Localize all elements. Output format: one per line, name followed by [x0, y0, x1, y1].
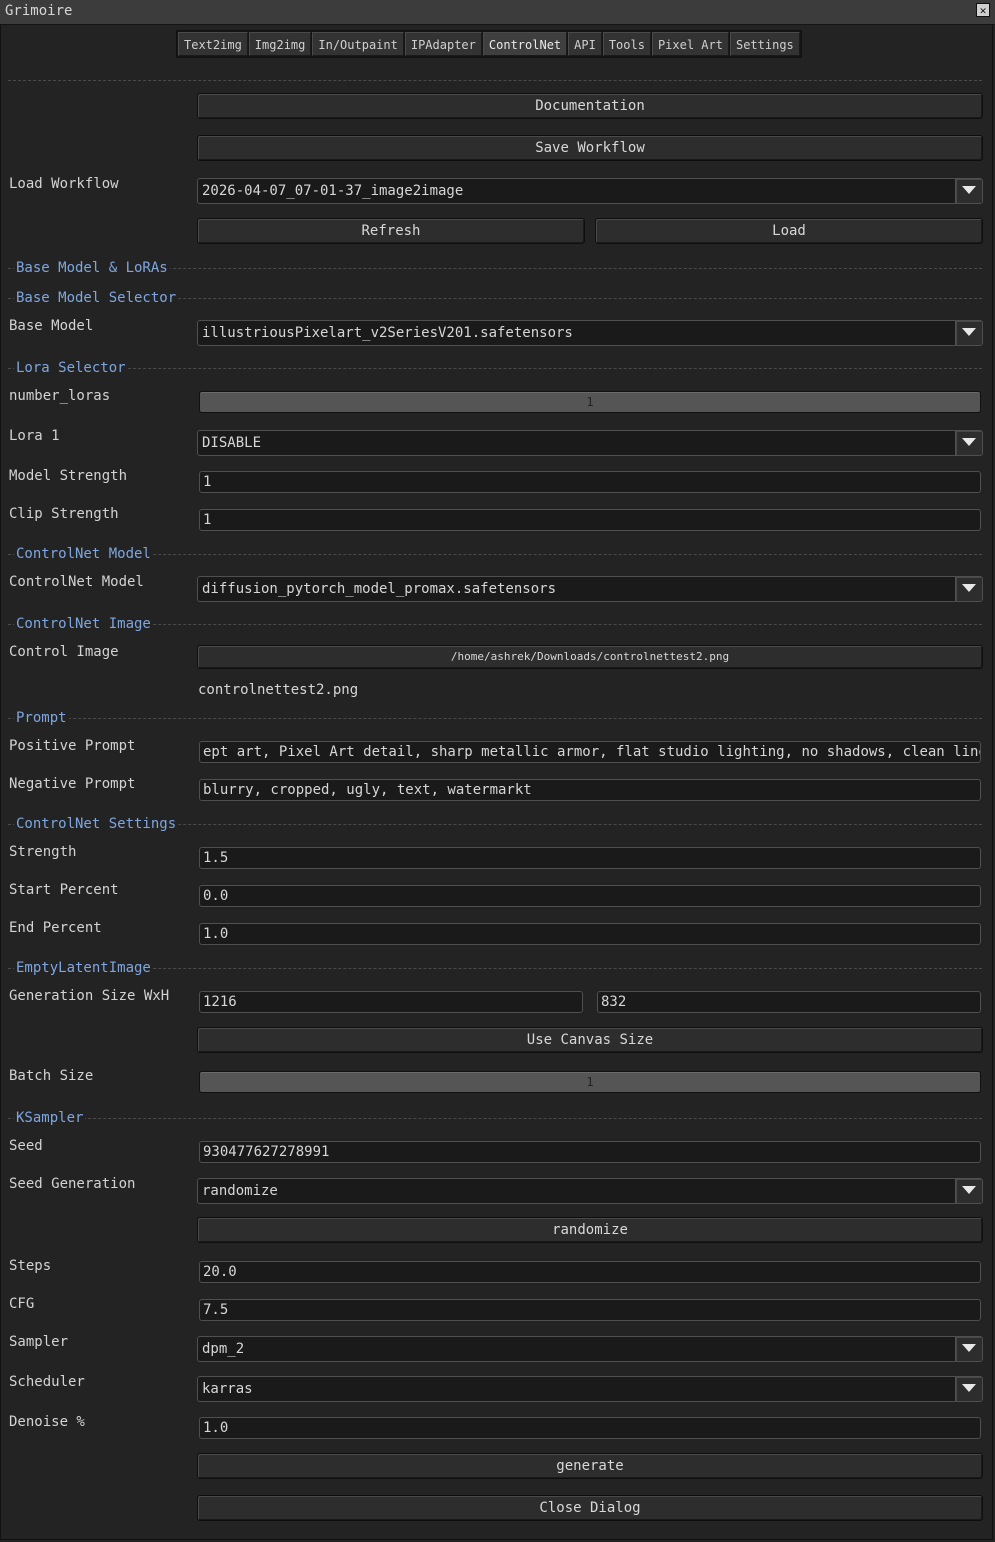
load-workflow-select[interactable]: 2026-04-07_07-01-37_image2image [197, 178, 983, 204]
section-controlnet-image: ControlNet Image [8, 615, 982, 633]
base-model-select[interactable]: illustriousPixelart_v2SeriesV201.safeten… [197, 320, 983, 346]
positive-prompt-input[interactable]: ept art, Pixel Art detail, sharp metalli… [199, 741, 981, 763]
controlnet-model-value: diffusion_pytorch_model_promax.safetenso… [202, 581, 557, 597]
tab-text2img[interactable]: Text2img [178, 32, 248, 56]
chevron-down-icon[interactable] [955, 1337, 982, 1361]
control-image-filename: controlnettest2.png [198, 682, 359, 698]
close-icon[interactable]: ✕ [976, 3, 990, 17]
section-base-model-loras: Base Model & LoRAs [8, 259, 982, 277]
load-workflow-value: 2026-04-07_07-01-37_image2image [202, 183, 464, 199]
seed-generation-select[interactable]: randomize [197, 1178, 983, 1204]
controlnet-model-select[interactable]: diffusion_pytorch_model_promax.safetenso… [197, 576, 983, 602]
section-lora-selector: Lora Selector [8, 359, 982, 377]
strength-input[interactable]: 1.5 [199, 847, 981, 869]
divider [8, 80, 982, 81]
seed-generation-label: Seed Generation [9, 1176, 136, 1192]
save-workflow-button[interactable]: Save Workflow [197, 135, 983, 161]
randomize-button[interactable]: randomize [197, 1217, 983, 1243]
scheduler-label: Scheduler [9, 1374, 85, 1390]
number-loras-label: number_loras [9, 388, 111, 404]
negative-prompt-input[interactable]: blurry, cropped, ugly, text, watermarkt [199, 779, 981, 801]
title-bar: Grimoire ✕ [0, 0, 995, 25]
start-percent-label: Start Percent [9, 882, 119, 898]
height-input[interactable]: 832 [597, 991, 981, 1013]
negative-prompt-label: Negative Prompt [9, 776, 136, 792]
controlnet-model-label: ControlNet Model [9, 574, 144, 590]
seed-label: Seed [9, 1138, 43, 1154]
section-empty-latent: EmptyLatentImage [8, 959, 982, 977]
section-controlnet-model: ControlNet Model [8, 545, 982, 563]
chevron-down-icon[interactable] [955, 431, 982, 455]
clip-strength-input[interactable]: 1 [199, 509, 981, 531]
section-prompt: Prompt [8, 709, 982, 727]
generation-size-label: Generation Size WxH [9, 988, 170, 1004]
denoise-input[interactable]: 1.0 [199, 1417, 981, 1439]
lora-1-select[interactable]: DISABLE [197, 430, 983, 456]
cfg-label: CFG [9, 1296, 35, 1312]
base-model-value: illustriousPixelart_v2SeriesV201.safeten… [202, 325, 573, 341]
load-button[interactable]: Load [595, 218, 983, 244]
denoise-label: Denoise % [9, 1414, 85, 1430]
seed-input[interactable]: 930477627278991 [199, 1141, 981, 1163]
scheduler-value: karras [202, 1381, 253, 1397]
sampler-select[interactable]: dpm_2 [197, 1336, 983, 1362]
scheduler-select[interactable]: karras [197, 1376, 983, 1402]
tab-pixel-art[interactable]: Pixel Art [651, 32, 729, 56]
width-input[interactable]: 1216 [199, 991, 583, 1013]
control-image-file-button[interactable]: /home/ashrek/Downloads/controlnettest2.p… [197, 645, 983, 669]
steps-input[interactable]: 20.0 [199, 1261, 981, 1283]
generate-button[interactable]: generate [197, 1453, 983, 1479]
seed-generation-value: randomize [202, 1183, 278, 1199]
tab-bar: Text2img Img2img In/Outpaint IPAdapter C… [176, 30, 802, 58]
strength-label: Strength [9, 844, 77, 860]
refresh-button[interactable]: Refresh [197, 218, 585, 244]
chevron-down-icon[interactable] [955, 1179, 982, 1203]
use-canvas-size-button[interactable]: Use Canvas Size [197, 1027, 983, 1053]
lora-1-label: Lora 1 [9, 428, 60, 444]
sampler-value: dpm_2 [202, 1341, 245, 1357]
tab-img2img[interactable]: Img2img [248, 32, 312, 56]
lora-1-value: DISABLE [202, 435, 262, 451]
base-model-label: Base Model [9, 318, 94, 334]
batch-size-label: Batch Size [9, 1068, 94, 1084]
steps-label: Steps [9, 1258, 52, 1274]
number-loras-slider[interactable]: 1 [199, 391, 981, 413]
close-dialog-button[interactable]: Close Dialog [197, 1495, 983, 1521]
positive-prompt-label: Positive Prompt [9, 738, 136, 754]
chevron-down-icon[interactable] [955, 321, 982, 345]
section-controlnet-settings: ControlNet Settings [8, 815, 982, 833]
load-workflow-label: Load Workflow [9, 176, 119, 192]
section-base-model-selector: Base Model Selector [8, 289, 982, 307]
end-percent-input[interactable]: 1.0 [199, 923, 981, 945]
model-strength-label: Model Strength [9, 468, 128, 484]
chevron-down-icon[interactable] [955, 577, 982, 601]
section-ksampler: KSampler [8, 1109, 982, 1127]
chevron-down-icon[interactable] [955, 1377, 982, 1401]
clip-strength-label: Clip Strength [9, 506, 119, 522]
tab-settings[interactable]: Settings [729, 32, 800, 56]
batch-size-slider[interactable]: 1 [199, 1071, 981, 1093]
cfg-input[interactable]: 7.5 [199, 1299, 981, 1321]
window-title: Grimoire [5, 3, 73, 19]
end-percent-label: End Percent [9, 920, 102, 936]
model-strength-input[interactable]: 1 [199, 471, 981, 493]
chevron-down-icon[interactable] [955, 179, 982, 203]
tab-controlnet[interactable]: ControlNet [482, 32, 568, 56]
control-image-label: Control Image [9, 644, 119, 660]
documentation-button[interactable]: Documentation [197, 93, 983, 119]
tab-api[interactable]: API [568, 32, 602, 56]
start-percent-input[interactable]: 0.0 [199, 885, 981, 907]
sampler-label: Sampler [9, 1334, 69, 1350]
tab-tools[interactable]: Tools [602, 32, 651, 56]
tab-inoutpaint[interactable]: In/Outpaint [312, 32, 404, 56]
tab-ipadapter[interactable]: IPAdapter [404, 32, 482, 56]
